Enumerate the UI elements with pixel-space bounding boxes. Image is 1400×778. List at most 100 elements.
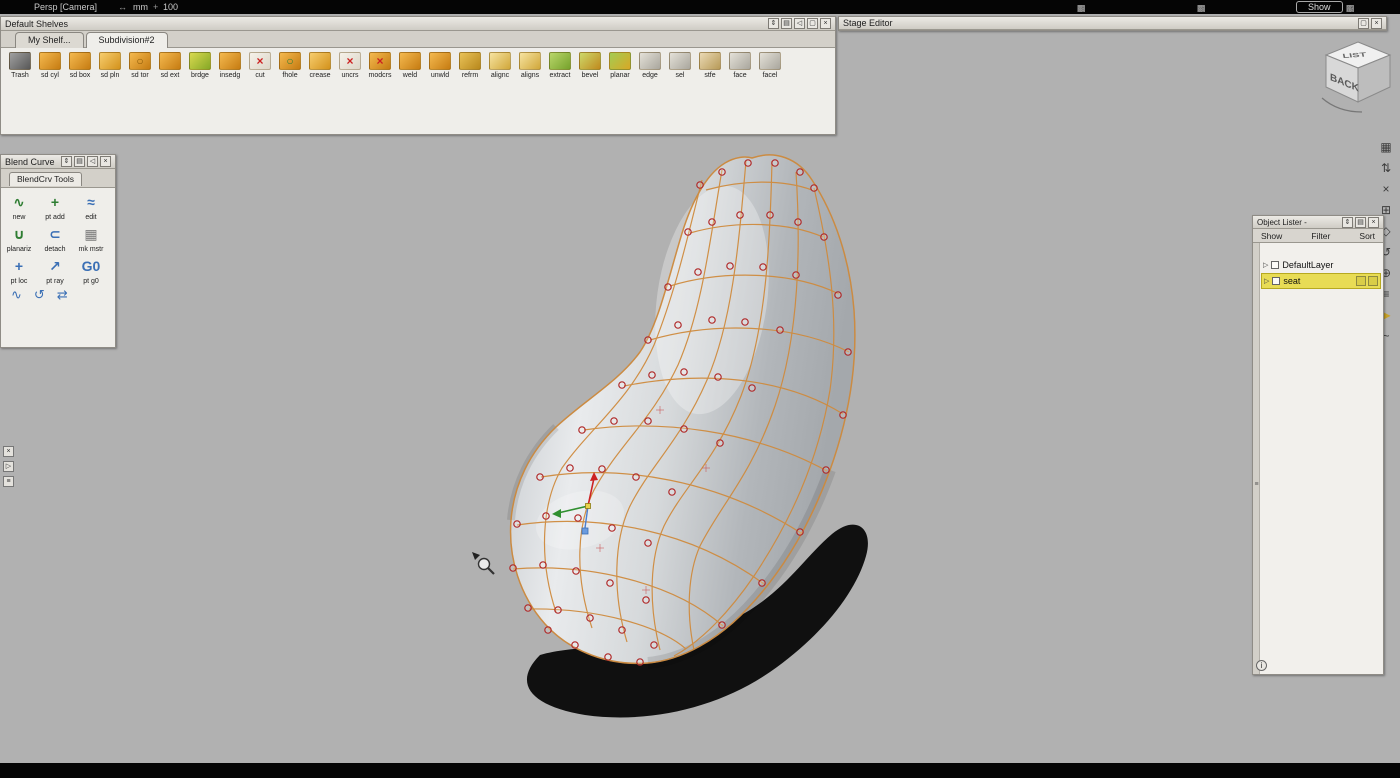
shelf-tool-face[interactable]: face (725, 52, 755, 79)
blendcrv-tool-make-master[interactable]: ▦mk mstr (73, 222, 109, 254)
stage-editor-titlebar[interactable]: Stage Editor ▢× (839, 17, 1386, 30)
menu-sort[interactable]: Sort (1359, 231, 1375, 241)
panel-control-button[interactable]: ▤ (781, 18, 792, 29)
application-window: { "topbar": { "view_label": "Persp [Came… (0, 0, 1400, 778)
blendcrv-partial-icon[interactable]: ↺ (34, 287, 45, 303)
shelf-tool-soft-edge[interactable]: stfe (695, 52, 725, 79)
shelf-tool-subdiv-cylinder[interactable]: sd cyl (35, 52, 65, 79)
shelf-tool-label: aligns (515, 72, 545, 79)
panel-control-button[interactable]: × (1371, 18, 1382, 29)
shelf-tool-insert-edge[interactable]: insedg (215, 52, 245, 79)
lister-row-defaultlayer[interactable]: ▷ DefaultLayer (1261, 257, 1381, 273)
blendcrv-tool-point-locator[interactable]: +pt loc (1, 254, 37, 286)
lister-row-seat[interactable]: ▷ seat (1261, 273, 1381, 289)
expander-icon[interactable]: ▷ (1263, 261, 1268, 269)
shelf-tool-subdiv-extrude[interactable]: sd ext (155, 52, 185, 79)
panel-control-button[interactable]: ▢ (1358, 18, 1369, 29)
shelf-tool-select[interactable]: sel (665, 52, 695, 79)
object-lister-strip[interactable]: ≡ (1253, 243, 1260, 674)
shelf-tool-align-surface[interactable]: aligns (515, 52, 545, 79)
grip-icon: ≡ (1253, 481, 1260, 488)
trash-icon (9, 52, 31, 70)
blendcrv-tool-label: pt add (37, 214, 73, 221)
panel-control-button[interactable]: × (100, 156, 111, 167)
blendcrv-tool-point-g0[interactable]: G0pt g0 (73, 254, 109, 286)
shelf-tool-extract[interactable]: extract (545, 52, 575, 79)
shelf-tool-label: crease (305, 72, 335, 79)
view-cube[interactable]: LIST BACK (1316, 36, 1400, 116)
blendcrv-tool-label: mk mstr (73, 246, 109, 253)
shelf-tool-unweld[interactable]: unwld (425, 52, 455, 79)
reform-icon (459, 52, 481, 70)
lister-badge[interactable] (1356, 276, 1366, 286)
shelf-tool-edge[interactable]: edge (635, 52, 665, 79)
panel-control-button[interactable]: × (1368, 217, 1379, 228)
panel-control-button[interactable]: ◁ (87, 156, 98, 167)
shelf-tool-crease[interactable]: crease (305, 52, 335, 79)
visibility-checkbox[interactable] (1272, 277, 1280, 285)
blendcrv-partial-icon[interactable]: ⇄ (57, 287, 68, 303)
tab-my-shelf[interactable]: My Shelf... (15, 32, 84, 48)
shelf-tool-cut[interactable]: ×cut (245, 52, 275, 79)
shelf-tool-fill-hole[interactable]: ○fhole (275, 52, 305, 79)
blend-curve-controls: ⇕▤◁× (61, 156, 111, 167)
shelf-tool-bevel[interactable]: bevel (575, 52, 605, 79)
titlebar-icon[interactable]: ▩ (1075, 3, 1087, 14)
lister-badge[interactable] (1368, 276, 1378, 286)
units-label: mm (133, 2, 148, 12)
shelf-tool-bridge[interactable]: brdge (185, 52, 215, 79)
menu-filter[interactable]: Filter (1311, 231, 1330, 241)
shelf-tool-reform[interactable]: refrm (455, 52, 485, 79)
blendcrv-tool-point-add[interactable]: +pt add (37, 190, 73, 222)
face-icon (729, 52, 751, 70)
blendcrv-tool-new-blend-curve[interactable]: ∿new (1, 190, 37, 222)
blendcrv-tool-edit-curve[interactable]: ≈edit (73, 190, 109, 222)
titlebar-icon[interactable]: ▦ (1344, 3, 1356, 14)
panel-control-button[interactable]: ◁ (794, 18, 805, 29)
blendcrv-tool-point-ray[interactable]: ↗pt ray (37, 254, 73, 286)
tab-subdivision[interactable]: Subdivision#2 (86, 32, 168, 48)
blendcrv-tool-detach[interactable]: ⊂detach (37, 222, 73, 254)
lister-row-label: DefaultLayer (1282, 260, 1333, 270)
shelf-tool-align-curve[interactable]: alignc (485, 52, 515, 79)
expand-panel-icon[interactable]: ▷ (3, 461, 14, 472)
grid-snap-icon[interactable]: ▦ (1374, 138, 1398, 156)
shelf-tool-subdiv-plane[interactable]: sd pln (95, 52, 125, 79)
blendcrv-tools-tab[interactable]: BlendCrv Tools (9, 172, 82, 186)
expander-icon[interactable]: ▷ (1264, 277, 1269, 285)
shelf-tool-uncrease[interactable]: ×uncrs (335, 52, 365, 79)
panel-control-button[interactable]: × (820, 18, 831, 29)
shelf-tool-modify-crease[interactable]: ×modcrs (365, 52, 395, 79)
panel-control-button[interactable]: ▢ (807, 18, 818, 29)
shelf-tool-weld[interactable]: weld (395, 52, 425, 79)
blendcrv-partial-icon[interactable]: ∿ (11, 287, 22, 303)
view-label: Persp [Camera] (34, 2, 97, 12)
close-panel-icon[interactable]: × (3, 446, 14, 457)
titlebar-icon[interactable]: ▩ (1195, 3, 1207, 14)
blend-curve-titlebar[interactable]: Blend Curve ⇕▤◁× (1, 155, 115, 169)
shelf-tool-label: Trash (5, 72, 35, 79)
shelf-tool-subdiv-torus[interactable]: ○sd tor (125, 52, 155, 79)
swap-views-icon[interactable]: ⇅ (1374, 159, 1398, 177)
close-view-icon[interactable]: × (1374, 180, 1398, 198)
lister-row-label: seat (1283, 276, 1300, 286)
shelf-tool-label: extract (545, 72, 575, 79)
object-lister-titlebar[interactable]: Object Lister - ⇕▤× (1253, 216, 1383, 229)
panel-control-button[interactable]: ⇕ (1342, 217, 1353, 228)
panel-control-button[interactable]: ⇕ (61, 156, 72, 167)
visibility-checkbox[interactable] (1271, 261, 1279, 269)
blendcrv-tool-planarize[interactable]: ∪planariz (1, 222, 37, 254)
info-icon[interactable]: i (1256, 660, 1267, 671)
panel-control-button[interactable]: ▤ (1355, 217, 1366, 228)
shelves-titlebar[interactable]: Default Shelves ⇕▤◁▢× (1, 17, 835, 31)
blendcrv-tool-label: pt ray (37, 278, 73, 285)
shelf-tool-trash[interactable]: Trash (5, 52, 35, 79)
panel-menu-icon[interactable]: ≡ (3, 476, 14, 487)
shelf-tool-planar[interactable]: planar (605, 52, 635, 79)
shelf-tool-subdiv-box[interactable]: sd box (65, 52, 95, 79)
shelf-tool-face-loop[interactable]: facel (755, 52, 785, 79)
show-button[interactable]: Show (1296, 1, 1343, 13)
panel-control-button[interactable]: ▤ (74, 156, 85, 167)
menu-show[interactable]: Show (1261, 231, 1282, 241)
panel-control-button[interactable]: ⇕ (768, 18, 779, 29)
